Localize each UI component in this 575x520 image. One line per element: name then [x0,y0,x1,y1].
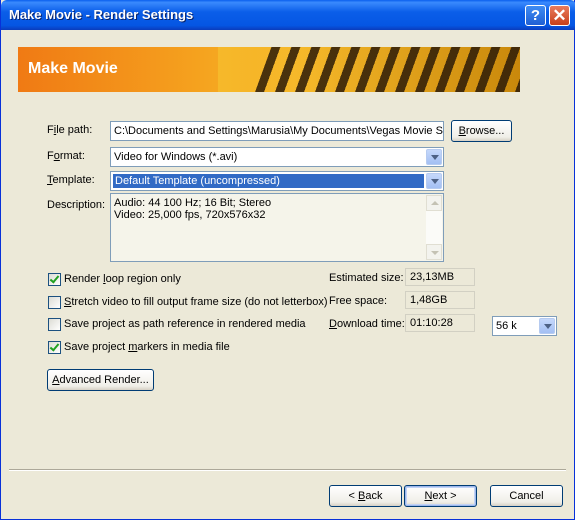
cancel-button[interactable]: Cancel [490,485,563,507]
format-label: Format: [47,150,85,162]
stretch-video-checkbox[interactable] [48,296,61,309]
render-loop-label[interactable]: Render loop region only [64,273,181,285]
estimated-size-value: 23,13MB [405,268,475,286]
stretch-video-label[interactable]: Stretch video to fill output frame size … [64,296,328,308]
window-title: Make Movie - Render Settings [9,7,194,22]
description-line: Audio: 44 100 Hz; 16 Bit; Stereo [114,197,272,209]
close-button[interactable]: ✕ [549,5,570,26]
format-select[interactable]: Video for Windows (*.avi) [110,147,444,167]
path-reference-checkbox[interactable] [48,318,61,331]
estimated-size-label: Estimated size: [329,272,404,284]
back-button[interactable]: < Back [329,485,402,507]
chevron-down-icon[interactable] [426,149,442,165]
project-markers-checkbox[interactable] [48,341,61,354]
download-time-label: Download time: [329,318,405,330]
path-reference-label[interactable]: Save project as path reference in render… [64,318,306,330]
download-time-value: 01:10:28 [405,314,475,332]
render-loop-checkbox[interactable] [48,273,61,286]
connection-speed-value: 56 k [496,320,517,332]
template-select[interactable]: Default Template (uncompressed) [110,171,444,191]
banner-title: Make Movie [28,60,118,77]
project-markers-label[interactable]: Save project markers in media file [64,341,230,353]
template-label: Template: [47,174,95,186]
free-space-value: 1,48GB [405,291,475,309]
description-label: Description: [47,199,106,211]
description-scrollbar[interactable] [426,195,442,260]
template-value: Default Template (uncompressed) [113,174,424,188]
format-value: Video for Windows (*.avi) [114,151,238,163]
chevron-down-icon[interactable] [426,173,442,189]
header-banner: Make Movie [18,47,520,92]
footer-divider [9,469,566,471]
next-button[interactable]: Next > [404,485,477,507]
help-button[interactable]: ? [525,5,546,26]
scroll-up-icon[interactable] [426,195,442,211]
film-strip-graphic [250,47,520,92]
file-path-label: File path: [47,124,93,136]
free-space-label: Free space: [329,295,388,307]
description-box: Audio: 44 100 Hz; 16 Bit; Stereo Video: … [110,193,444,262]
description-line: Video: 25,000 fps, 720x576x32 [114,209,266,221]
chevron-down-icon[interactable] [539,318,555,334]
make-movie-dialog: Make Movie - Render Settings ? ✕ Make Mo… [0,0,575,520]
advanced-render-button[interactable]: Advanced Render... [47,369,154,391]
connection-speed-select[interactable]: 56 k [492,316,557,336]
title-bar[interactable]: Make Movie - Render Settings ? ✕ [1,0,575,30]
browse-button[interactable]: Browse... [451,120,512,142]
scroll-down-icon[interactable] [426,244,442,260]
file-path-input[interactable]: C:\Documents and Settings\Marusia\My Doc… [110,121,444,141]
